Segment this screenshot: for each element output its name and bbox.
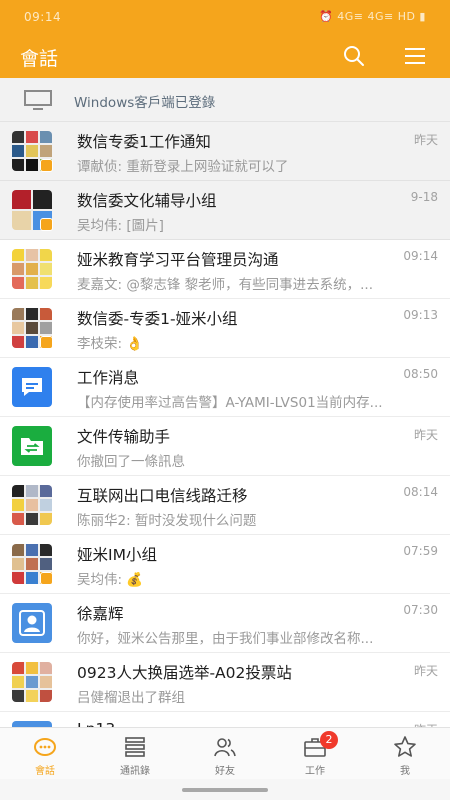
chat-time: 09:13 bbox=[403, 308, 438, 322]
desktop-login-banner[interactable]: Windows客戶端已登錄 bbox=[0, 78, 450, 122]
chat-name: 娅米IM小组 bbox=[77, 546, 157, 564]
chat-preview: 你好，娅米公告那里，由于我们事业部修改名称... bbox=[77, 631, 374, 647]
tab-label: 我 bbox=[400, 766, 410, 777]
chat-preview: 谭献侦: 重新登录上网验证就可以了 bbox=[77, 159, 289, 175]
tab-contacts[interactable]: 通訊錄 bbox=[90, 728, 180, 780]
tab-work[interactable]: 2 工作 bbox=[270, 728, 360, 780]
system-nav-bar bbox=[0, 779, 450, 800]
chat-time: 07:59 bbox=[403, 544, 438, 558]
friends-icon bbox=[214, 738, 236, 757]
chat-preview: 李枝荣: 👌 bbox=[77, 336, 144, 352]
group-badge-icon bbox=[40, 218, 53, 231]
chat-bubble-icon bbox=[34, 738, 56, 756]
group-avatar bbox=[12, 249, 52, 289]
page-title: 會話 bbox=[20, 48, 59, 70]
bottom-tab-bar: 會話 通訊錄 好友 2 工作 我 bbox=[0, 727, 450, 779]
tab-chats[interactable]: 會話 bbox=[0, 728, 90, 780]
chat-time: 昨天 bbox=[413, 428, 438, 442]
chat-preview: 麦嘉文: @黎志锋 黎老师，有些同事进去系统，... bbox=[77, 277, 374, 293]
chat-name: 互联网出口电信线路迁移 bbox=[77, 487, 248, 505]
chat-time: 昨天 bbox=[413, 664, 438, 678]
chat-time: 昨天 bbox=[413, 133, 438, 147]
chat-preview: 吕健榴退出了群组 bbox=[77, 690, 185, 706]
star-icon bbox=[394, 736, 416, 757]
work-badge: 2 bbox=[320, 731, 338, 749]
chat-name: 数信委-专委1-娅米小组 bbox=[77, 310, 238, 328]
group-avatar bbox=[12, 662, 52, 702]
chat-item[interactable]: 数信委-专委1-娅米小组 09:13 李枝荣: 👌 bbox=[0, 299, 450, 358]
tab-friends[interactable]: 好友 bbox=[180, 728, 270, 780]
chat-item[interactable]: 娅米教育学习平台管理员沟通 09:14 麦嘉文: @黎志锋 黎老师，有些同事进去… bbox=[0, 240, 450, 299]
chat-time: 07:30 bbox=[403, 603, 438, 617]
chat-time: 09:14 bbox=[403, 249, 438, 263]
chat-name: 数信专委1工作通知 bbox=[77, 133, 211, 151]
status-bar: 09:14 ⏰ 4G≡ 4G≡ HD ▮ bbox=[0, 0, 450, 34]
chat-preview: 吴均伟: 💰 bbox=[77, 572, 144, 588]
tab-me[interactable]: 我 bbox=[360, 728, 450, 780]
group-badge-icon bbox=[40, 336, 53, 349]
chat-item[interactable]: 娅米IM小组 07:59 吴均伟: 💰 bbox=[0, 535, 450, 594]
tab-label: 工作 bbox=[305, 766, 325, 777]
home-indicator[interactable] bbox=[182, 788, 268, 792]
tab-label: 會話 bbox=[35, 766, 55, 777]
chat-time: 9-18 bbox=[410, 190, 438, 204]
chat-preview: 你撤回了一條訊息 bbox=[77, 454, 185, 470]
status-time: 09:14 bbox=[24, 10, 62, 24]
chat-name: 0923人大换届选举-A02投票站 bbox=[77, 664, 292, 682]
chat-item[interactable]: 工作消息 08:50 【内存使用率过高告警】A-YAMI-LVS01当前内存..… bbox=[0, 358, 450, 417]
person-icon bbox=[12, 603, 52, 643]
chat-item[interactable]: 数信委文化辅导小组 9-18 吴均伟: [圖片] bbox=[0, 181, 450, 240]
chat-name: 数信委文化辅导小组 bbox=[77, 192, 217, 210]
tab-label: 好友 bbox=[215, 766, 235, 777]
message-icon bbox=[12, 367, 52, 407]
chat-time: 08:14 bbox=[403, 485, 438, 499]
group-badge-icon bbox=[40, 572, 53, 585]
chat-name: 娅米教育学习平台管理员沟通 bbox=[77, 251, 279, 269]
chat-preview: 【内存使用率过高告警】A-YAMI-LVS01当前内存... bbox=[77, 395, 383, 411]
menu-icon[interactable] bbox=[405, 46, 427, 66]
chat-item[interactable]: 数信专委1工作通知 昨天 谭献侦: 重新登录上网验证就可以了 bbox=[0, 122, 450, 181]
chat-name: 文件传输助手 bbox=[77, 428, 171, 446]
chat-name: 工作消息 bbox=[77, 369, 140, 387]
chat-item[interactable]: 文件传输助手 昨天 你撤回了一條訊息 bbox=[0, 417, 450, 476]
chat-time: 08:50 bbox=[403, 367, 438, 381]
desktop-login-text: Windows客戶端已登錄 bbox=[74, 95, 216, 111]
chat-name: 徐嘉辉 bbox=[77, 605, 124, 623]
app-header: 會話 bbox=[0, 34, 450, 78]
group-badge-icon bbox=[40, 159, 53, 172]
group-avatar bbox=[12, 485, 52, 525]
folder-transfer-icon bbox=[12, 426, 52, 466]
status-indicators: ⏰ 4G≡ 4G≡ HD ▮ bbox=[319, 10, 426, 23]
chat-item[interactable]: 0923人大换届选举-A02投票站 昨天 吕健榴退出了群组 bbox=[0, 653, 450, 712]
monitor-icon bbox=[24, 90, 52, 110]
chat-item[interactable]: 徐嘉辉 07:30 你好，娅米公告那里，由于我们事业部修改名称... bbox=[0, 594, 450, 653]
tab-label: 通訊錄 bbox=[120, 766, 150, 777]
contacts-icon bbox=[125, 737, 145, 757]
chat-item[interactable]: 互联网出口电信线路迁移 08:14 陈丽华2: 暂时没发现什么问题 bbox=[0, 476, 450, 535]
chat-preview: 陈丽华2: 暂时没发现什么问题 bbox=[77, 513, 257, 529]
search-icon[interactable] bbox=[342, 44, 366, 68]
chat-preview: 吴均伟: [圖片] bbox=[77, 218, 164, 234]
